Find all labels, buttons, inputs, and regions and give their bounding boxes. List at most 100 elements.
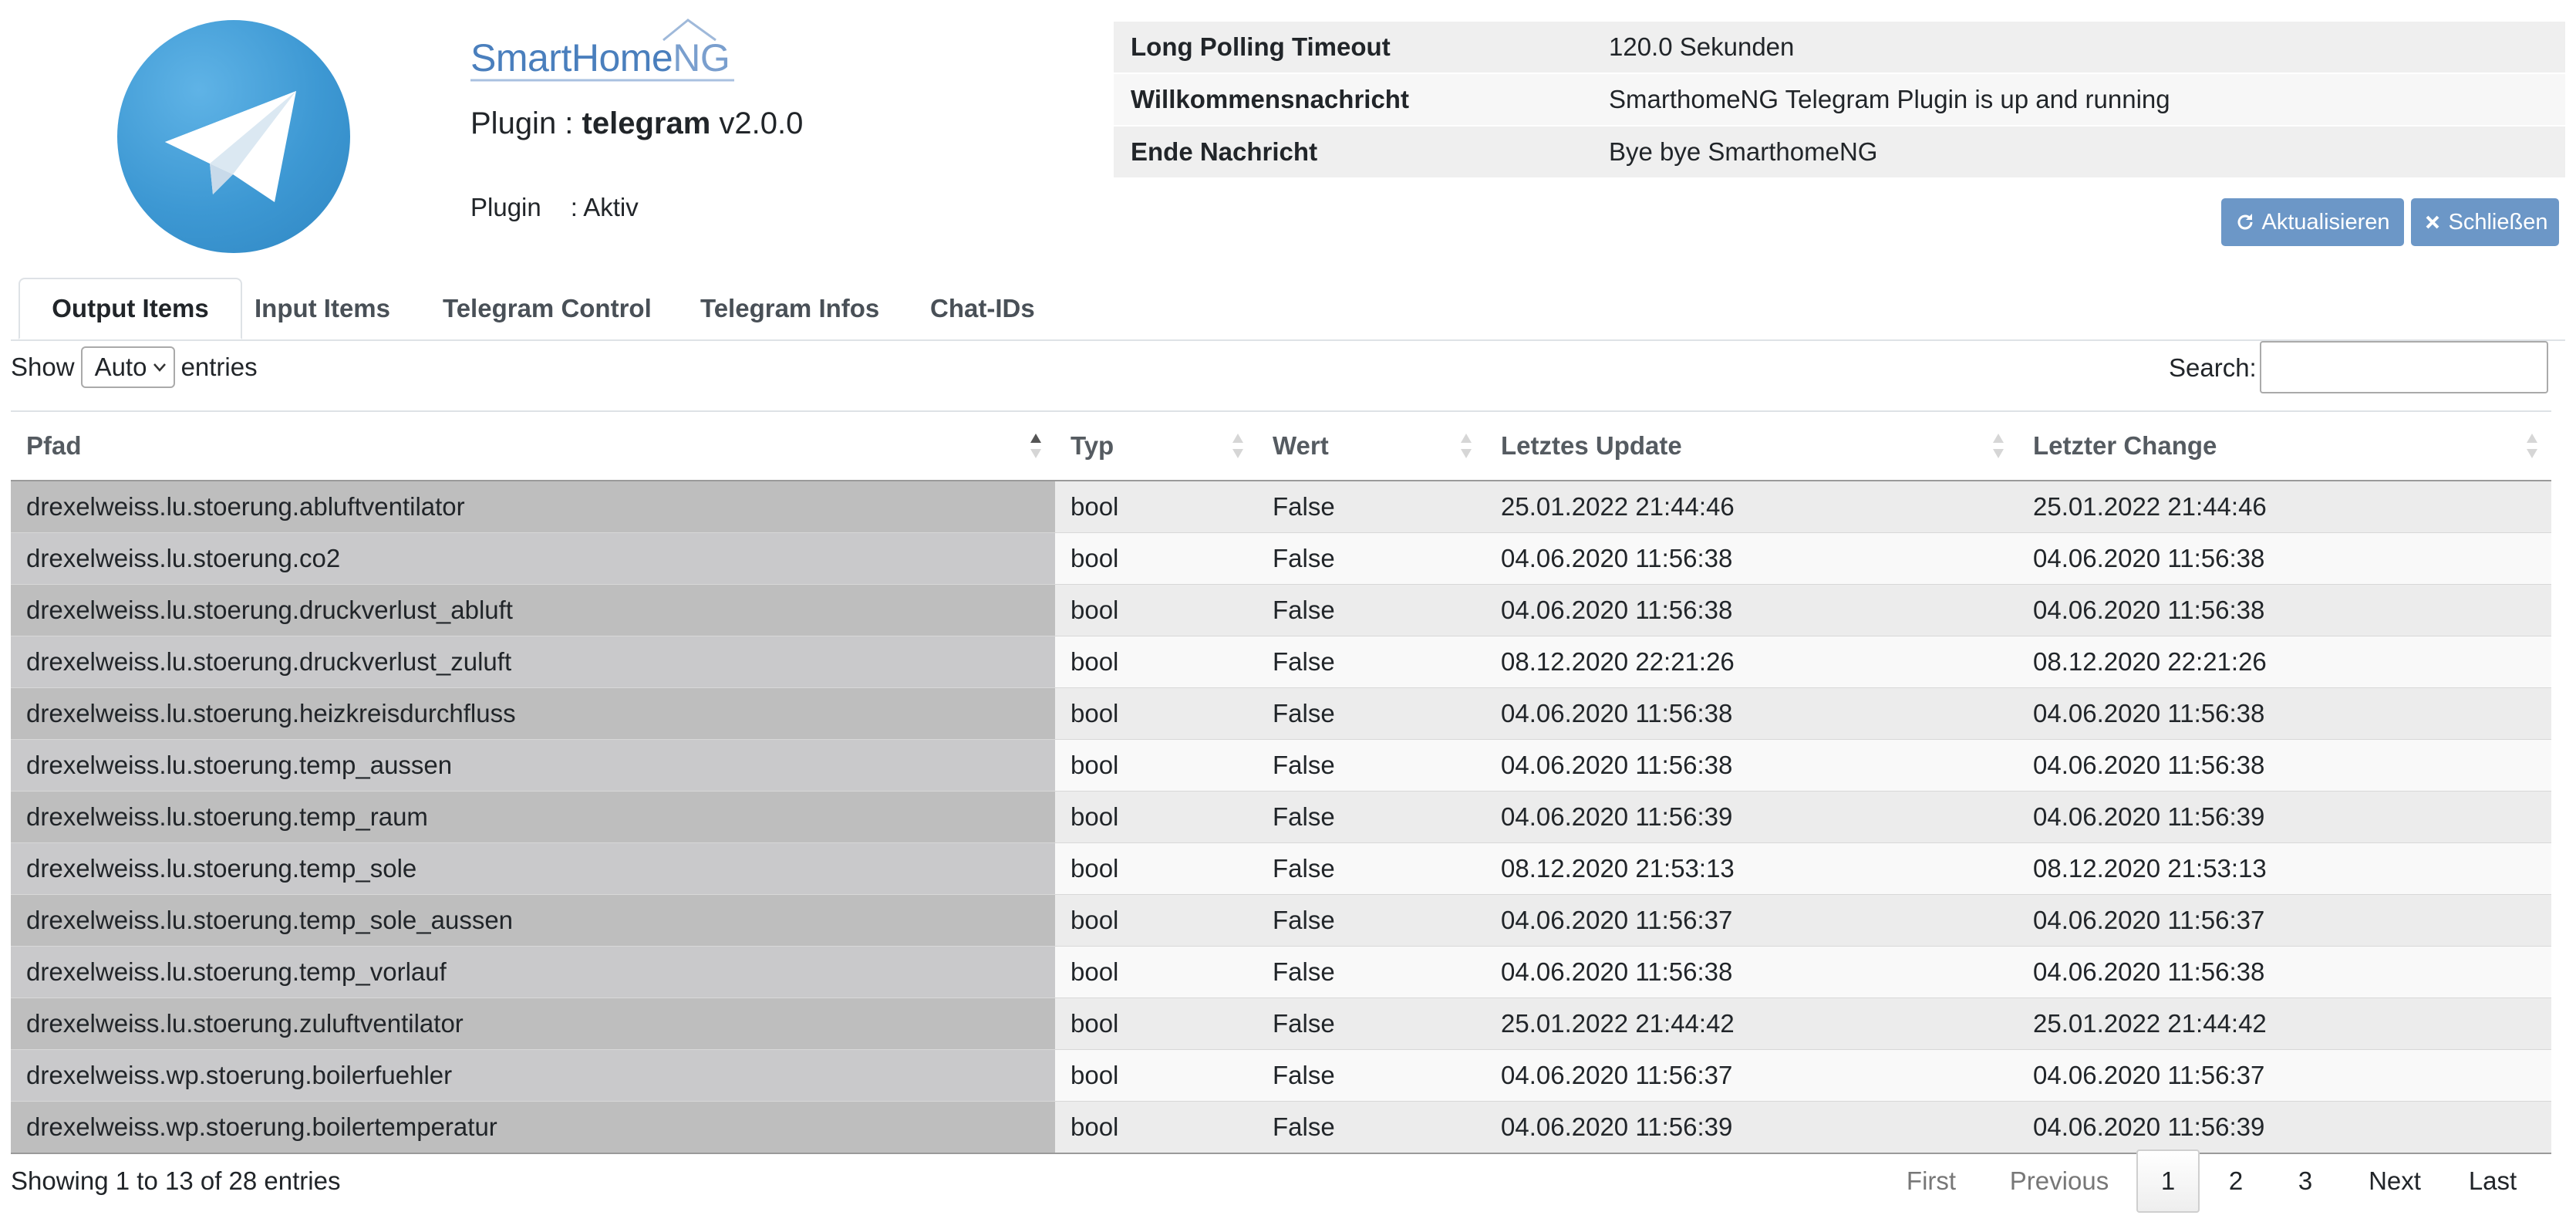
table-row: drexelweiss.lu.stoerung.temp_raum bool Fal… bbox=[11, 791, 2551, 843]
table-row: drexelweiss.lu.stoerung.druckverlust_abl… bbox=[11, 584, 2551, 636]
table-row: drexelweiss.lu.stoerung.druckverlust_zul… bbox=[11, 636, 2551, 688]
pagination-page-3[interactable]: 3 bbox=[2288, 1149, 2323, 1213]
cell-letzter-change: 04.06.2020 11:56:38 bbox=[2018, 946, 2551, 998]
cell-letzter-change: 04.06.2020 11:56:38 bbox=[2018, 687, 2551, 740]
table-header-row: Pfad Typ Wert Letztes Update Letzter Cha… bbox=[11, 410, 2551, 481]
close-icon bbox=[2426, 215, 2439, 229]
cell-wert: False bbox=[1257, 687, 1485, 740]
cell-pfad: drexelweiss.lu.stoerung.temp_aussen bbox=[11, 739, 1055, 792]
plugin-version: v2.0.0 bbox=[710, 106, 804, 140]
cell-pfad: drexelweiss.lu.stoerung.druckverlust_zul… bbox=[11, 636, 1055, 688]
cell-wert: False bbox=[1257, 998, 1485, 1050]
column-header-letzter-change[interactable]: Letzter Change bbox=[2018, 410, 2551, 481]
cell-pfad: drexelweiss.lu.stoerung.zuluftventilator bbox=[11, 998, 1055, 1050]
table-info-text: Showing 1 to 13 of 28 entries bbox=[11, 1166, 341, 1195]
cell-letzter-change: 04.06.2020 11:56:38 bbox=[2018, 532, 2551, 585]
cell-letzter-change: 08.12.2020 21:53:13 bbox=[2018, 842, 2551, 895]
cell-typ: bool bbox=[1055, 739, 1257, 792]
cell-letztes-update: 04.06.2020 11:56:38 bbox=[1485, 946, 2018, 998]
cell-pfad: drexelweiss.lu.stoerung.heizkreisdurchfl… bbox=[11, 687, 1055, 740]
cell-typ: bool bbox=[1055, 636, 1257, 688]
info-row: Long Polling Timeout 120.0 Sekunden bbox=[1114, 20, 2565, 73]
cell-pfad: drexelweiss.lu.stoerung.temp_sole_aussen bbox=[11, 894, 1055, 947]
tab-telegram-control[interactable]: Telegram Control bbox=[443, 278, 652, 339]
cell-pfad: drexelweiss.lu.stoerung.temp_vorlauf bbox=[11, 946, 1055, 998]
cell-letztes-update: 25.01.2022 21:44:42 bbox=[1485, 998, 2018, 1050]
cell-letztes-update: 04.06.2020 11:56:38 bbox=[1485, 532, 2018, 585]
column-header-letztes-update[interactable]: Letztes Update bbox=[1485, 410, 2018, 481]
cell-wert: False bbox=[1257, 480, 1485, 533]
column-header-wert[interactable]: Wert bbox=[1257, 410, 1485, 481]
cell-wert: False bbox=[1257, 842, 1485, 895]
tab-bar: Output Items Input Items Telegram Contro… bbox=[11, 278, 2565, 341]
plugin-name: telegram bbox=[582, 106, 711, 140]
cell-wert: False bbox=[1257, 946, 1485, 998]
cell-pfad: drexelweiss.lu.stoerung.abluftventilator bbox=[11, 480, 1055, 533]
pagination-last[interactable]: Last bbox=[2462, 1149, 2524, 1213]
cell-pfad: drexelweiss.wp.stoerung.boilertemperatur bbox=[11, 1101, 1055, 1154]
cell-typ: bool bbox=[1055, 998, 1257, 1050]
cell-wert: False bbox=[1257, 584, 1485, 636]
cell-typ: bool bbox=[1055, 1049, 1257, 1102]
close-button[interactable]: Schließen bbox=[2411, 198, 2559, 246]
tab-telegram-infos[interactable]: Telegram Infos bbox=[700, 278, 879, 339]
cell-wert: False bbox=[1257, 1049, 1485, 1102]
cell-letztes-update: 25.01.2022 21:44:46 bbox=[1485, 480, 2018, 533]
table-row: drexelweiss.lu.stoerung.temp_sole_aussen… bbox=[11, 894, 2551, 947]
sort-icon bbox=[1461, 434, 1472, 458]
cell-wert: False bbox=[1257, 894, 1485, 947]
cell-wert: False bbox=[1257, 532, 1485, 585]
cell-typ: bool bbox=[1055, 946, 1257, 998]
cell-wert: False bbox=[1257, 739, 1485, 792]
column-header-pfad[interactable]: Pfad bbox=[11, 410, 1055, 481]
cell-wert: False bbox=[1257, 636, 1485, 688]
table-row: drexelweiss.lu.stoerung.temp_sole bool Fal… bbox=[11, 842, 2551, 895]
info-row: Willkommensnachricht SmarthomeNG Telegram… bbox=[1114, 73, 2565, 126]
tab-input-items[interactable]: Input Items bbox=[255, 278, 390, 339]
column-header-typ[interactable]: Typ bbox=[1055, 410, 1257, 481]
entries-select[interactable]: Auto bbox=[80, 346, 175, 388]
cell-typ: bool bbox=[1055, 894, 1257, 947]
cell-typ: bool bbox=[1055, 1101, 1257, 1154]
plugin-status-value: : Aktiv bbox=[570, 193, 639, 221]
tab-chat-ids[interactable]: Chat-IDs bbox=[930, 278, 1035, 339]
cell-letztes-update: 04.06.2020 11:56:38 bbox=[1485, 687, 2018, 740]
cell-letzter-change: 04.06.2020 11:56:39 bbox=[2018, 1101, 2551, 1154]
plugin-title: Plugin : telegram v2.0.0 bbox=[470, 106, 804, 140]
table-row: drexelweiss.lu.stoerung.abluftventilator… bbox=[11, 480, 2551, 533]
pagination-page-1[interactable]: 1 bbox=[2136, 1149, 2200, 1213]
cell-letztes-update: 04.06.2020 11:56:39 bbox=[1485, 1101, 2018, 1154]
cell-typ: bool bbox=[1055, 791, 1257, 843]
refresh-button[interactable]: Aktualisieren bbox=[2221, 198, 2404, 246]
search-input[interactable] bbox=[2260, 341, 2548, 393]
pagination-page-2[interactable]: 2 bbox=[2218, 1149, 2254, 1213]
show-entries-control: Show Auto entries bbox=[11, 344, 258, 390]
cell-pfad: drexelweiss.lu.stoerung.druckverlust_abl… bbox=[11, 584, 1055, 636]
cell-letzter-change: 25.01.2022 21:44:46 bbox=[2018, 480, 2551, 533]
cell-typ: bool bbox=[1055, 842, 1257, 895]
sort-icon bbox=[1993, 434, 2004, 458]
plugin-info-table: Long Polling Timeout 120.0 Sekunden Willk… bbox=[1114, 20, 2565, 177]
sort-icon bbox=[2527, 434, 2537, 458]
paper-plane-icon bbox=[165, 91, 296, 202]
cell-letztes-update: 08.12.2020 22:21:26 bbox=[1485, 636, 2018, 688]
sort-icon bbox=[1232, 434, 1243, 458]
cell-letzter-change: 04.06.2020 11:56:38 bbox=[2018, 739, 2551, 792]
sort-ascending-icon bbox=[1030, 434, 1041, 458]
pagination-first[interactable]: First bbox=[1897, 1149, 1965, 1213]
tab-output-items[interactable]: Output Items bbox=[19, 278, 242, 339]
cell-letztes-update: 08.12.2020 21:53:13 bbox=[1485, 842, 2018, 895]
chevron-down-icon bbox=[153, 363, 166, 372]
cell-letzter-change: 25.01.2022 21:44:42 bbox=[2018, 998, 2551, 1050]
cell-pfad: drexelweiss.lu.stoerung.co2 bbox=[11, 532, 1055, 585]
cell-typ: bool bbox=[1055, 687, 1257, 740]
cell-typ: bool bbox=[1055, 532, 1257, 585]
cell-letzter-change: 04.06.2020 11:56:37 bbox=[2018, 1049, 2551, 1102]
cell-typ: bool bbox=[1055, 480, 1257, 533]
pagination-previous[interactable]: Previous bbox=[2002, 1149, 2116, 1213]
refresh-icon bbox=[2237, 214, 2253, 230]
cell-wert: False bbox=[1257, 791, 1485, 843]
search-label: Search: bbox=[2169, 353, 2257, 382]
table-row: drexelweiss.lu.stoerung.co2 bool False 04.0… bbox=[11, 532, 2551, 585]
pagination-next[interactable]: Next bbox=[2359, 1149, 2431, 1213]
